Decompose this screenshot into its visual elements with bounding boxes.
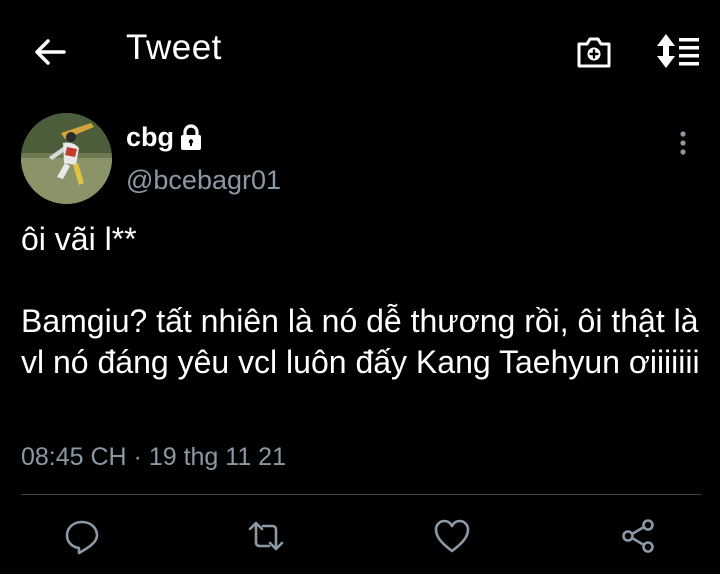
display-name[interactable]: cbg	[126, 122, 174, 153]
more-options-icon[interactable]	[668, 128, 698, 158]
share-icon[interactable]	[618, 516, 658, 556]
tweet-paragraph: Bamgiu? tất nhiên là nó dễ thương rồi, ô…	[21, 303, 700, 380]
avatar[interactable]	[21, 113, 112, 204]
divider	[21, 494, 701, 495]
retweet-icon[interactable]	[246, 516, 286, 556]
page-title: Tweet	[126, 28, 222, 67]
tweet-text: ôi vãi l** Bamgiu? tất nhiên là nó dễ th…	[21, 219, 701, 383]
camera-icon[interactable]	[574, 32, 614, 72]
like-icon[interactable]	[432, 516, 472, 556]
tweet-paragraph: ôi vãi l**	[21, 221, 137, 257]
back-arrow-icon[interactable]	[30, 32, 70, 72]
top-bar: Tweet	[0, 0, 720, 100]
user-handle[interactable]: @bcebagr01	[126, 165, 281, 196]
tweet-timestamp[interactable]: 08:45 CH · 19 thg 11 21	[21, 443, 286, 472]
sort-updown-icon[interactable]	[655, 31, 701, 71]
reply-icon[interactable]	[62, 516, 102, 556]
lock-icon	[177, 123, 205, 151]
